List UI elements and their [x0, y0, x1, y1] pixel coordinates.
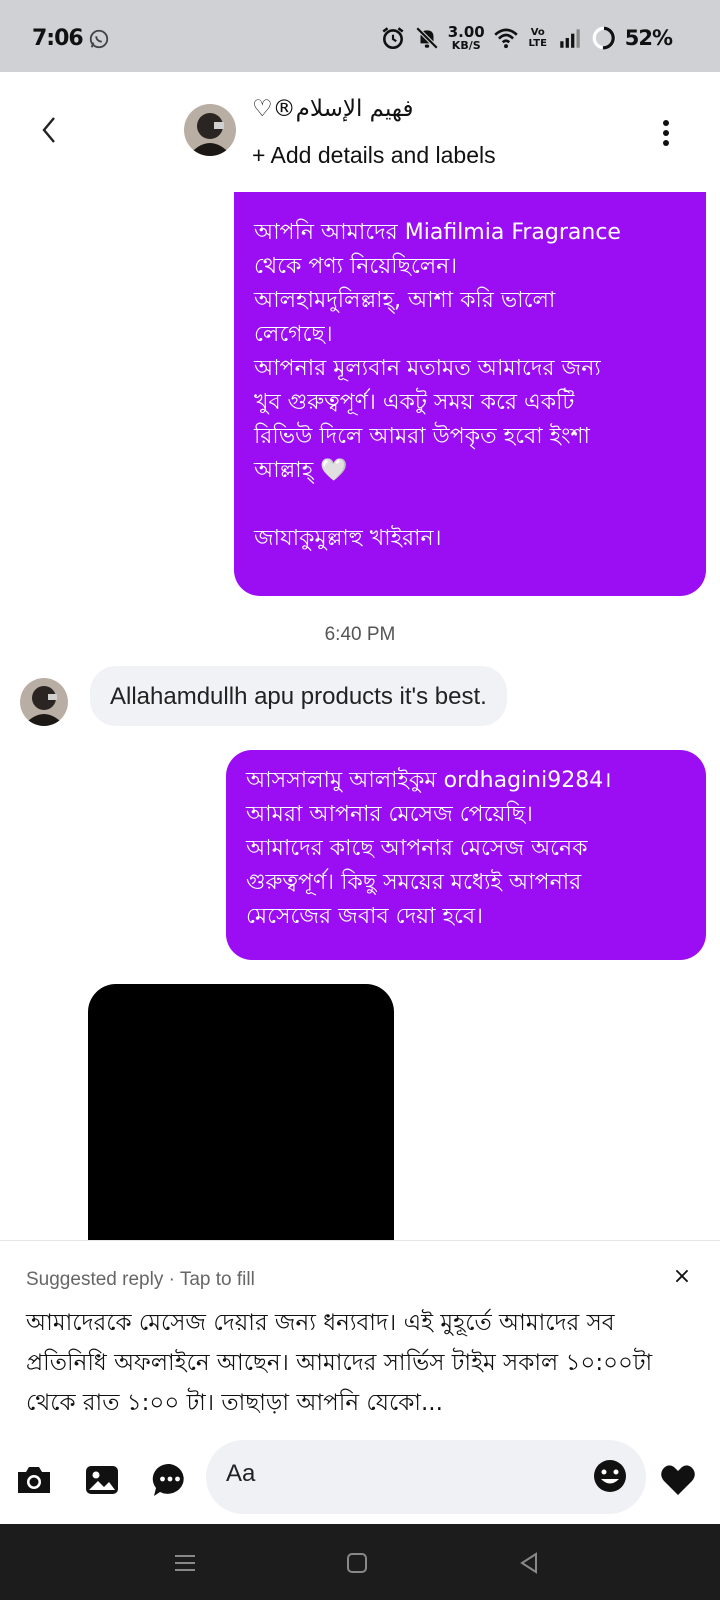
composer-bar: Aa [0, 1438, 720, 1524]
outgoing-message-1[interactable]: আপনি আমাদের Miafilmia Fragrance থেকে পণ্য… [234, 192, 706, 596]
message-line: জাযাকুমুল্লাহু খাইরান। [254, 526, 442, 551]
incoming-message-1[interactable]: Allahamdullh apu products it's best. [90, 666, 507, 726]
message-line: মেসেজের জবাব দেয়া হবে। [246, 904, 484, 929]
message-line: আল্লাহ্ 🤍 [254, 458, 348, 483]
message-line: খুব গুরুত্বপূর্ণ। একটু সময় করে একটি [254, 390, 575, 415]
back-icon[interactable] [30, 110, 70, 150]
sender-avatar[interactable] [20, 678, 68, 726]
message-line: আপনি আমাদের Miafilmia Fragrance [254, 220, 621, 245]
recents-icon[interactable] [168, 1546, 202, 1580]
message-line: আপনার মূল্যবান মতামত আমাদের জন্য [254, 356, 601, 381]
message-line: গুরুত্বপূর্ণ। কিছু সময়ের মধ্যেই আপনার [246, 870, 582, 895]
message-line: আসসালামু আলাইকুম ordhagini9284। [246, 768, 612, 793]
heart-icon[interactable] [658, 1460, 698, 1500]
home-icon[interactable] [340, 1546, 374, 1580]
camera-icon[interactable] [14, 1460, 54, 1500]
chat-header: فهيم الإسلام®♡ + Add details and labels [0, 72, 720, 192]
message-line: আমাদের কাছে আপনার মেসেজ অনেক [246, 836, 588, 861]
message-line: আমরা আপনার মেসেজ পেয়েছি। [246, 802, 533, 827]
contact-avatar[interactable] [184, 104, 236, 156]
status-bar: 7:06 3.00 KB/S Vo LTE 52% [0, 0, 720, 72]
net-speed: 3.00 KB/S [447, 23, 485, 52]
more-chat-icon[interactable] [150, 1460, 190, 1500]
message-line: রিভিউ দিলে আমরা উপকৃত হবো ইংশা [254, 424, 590, 449]
message-line [254, 488, 688, 522]
alarm-icon [382, 27, 404, 50]
more-vertical-icon[interactable] [654, 120, 678, 150]
system-nav-bar [0, 1524, 720, 1600]
close-icon[interactable]: × [670, 1265, 694, 1289]
contact-name[interactable]: فهيم الإسلام®♡ [252, 96, 414, 122]
add-details-link[interactable]: + Add details and labels [252, 142, 496, 169]
whatsapp-icon [89, 29, 109, 49]
message-input[interactable]: Aa [206, 1440, 646, 1514]
net-speed-value: 3.00 [447, 23, 485, 41]
message-line: থেকে পণ্য নিয়েছিলেন। [254, 254, 458, 279]
signal-icon [559, 29, 580, 48]
wifi-icon [494, 28, 518, 49]
volte-label: Vo LTE [528, 27, 547, 49]
gallery-icon[interactable] [82, 1460, 122, 1500]
back-nav-icon[interactable] [512, 1546, 546, 1580]
media-attachment[interactable] [88, 984, 394, 1244]
battery-ring-icon [592, 26, 616, 50]
message-line: আলহামদুলিল্লাহ্, আশা করি ভালো [254, 288, 556, 313]
suggested-reply-label: Suggested reply · Tap to fill [26, 1269, 255, 1290]
status-right-group: 3.00 KB/S Vo LTE 52% [380, 23, 673, 52]
suggested-reply-panel[interactable]: Suggested reply · Tap to fill × আমাদেরকে… [0, 1240, 720, 1438]
message-timestamp: 6:40 PM [324, 624, 396, 645]
message-input-placeholder: Aa [226, 1460, 256, 1487]
suggested-reply-text[interactable]: আমাদেরকে মেসেজ দেয়ার জন্য ধন্যবাদ। এই ম… [26, 1303, 702, 1423]
mute-icon [415, 26, 439, 50]
battery-percent: 52% [624, 26, 673, 50]
outgoing-message-2[interactable]: আসসালামু আলাইকুম ordhagini9284। আমরা আপনা… [226, 750, 706, 960]
status-time: 7:06 [32, 26, 84, 51]
net-speed-unit: KB/S [451, 39, 481, 52]
message-line: লেগেছে। [254, 322, 333, 347]
emoji-icon[interactable] [590, 1456, 630, 1496]
